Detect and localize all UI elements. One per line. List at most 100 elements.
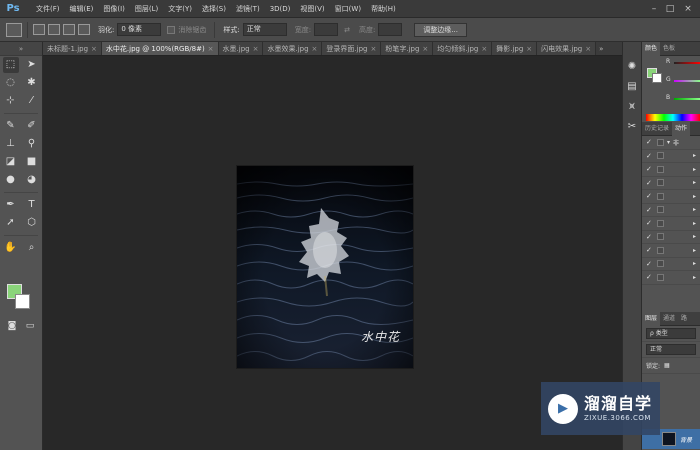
shape-tool-icon[interactable]: ⬡ bbox=[24, 215, 40, 231]
tab-layers[interactable]: 图层 bbox=[642, 311, 661, 326]
list-item[interactable]: ✓ ▸ bbox=[642, 177, 700, 190]
feather-input[interactable]: 0 像素 bbox=[117, 23, 162, 36]
tool-presets-icon[interactable]: ✂ bbox=[625, 120, 639, 134]
hand-tool-icon[interactable]: ✋ bbox=[3, 240, 19, 256]
more-tabs-icon[interactable]: » bbox=[596, 42, 606, 55]
menu-3d[interactable]: 3D(D) bbox=[265, 5, 296, 13]
magic-wand-icon[interactable]: ✱ bbox=[24, 75, 40, 91]
menu-type[interactable]: 文字(Y) bbox=[163, 4, 197, 14]
list-item[interactable]: ✓ ▸ bbox=[642, 217, 700, 231]
marquee-preset-icon[interactable] bbox=[6, 22, 22, 37]
close-tab-icon[interactable]: × bbox=[370, 42, 376, 55]
close-tab-icon[interactable]: × bbox=[208, 42, 214, 55]
tab-lightning[interactable]: 闪电效果.jpg × bbox=[537, 42, 597, 55]
quick-mask-icon[interactable]: ◙ bbox=[4, 318, 20, 334]
layer-kind-select[interactable]: ρ 类型 bbox=[646, 328, 696, 339]
intersect-selection-icon[interactable] bbox=[78, 24, 90, 35]
new-selection-icon[interactable] bbox=[33, 24, 45, 35]
close-tab-icon[interactable]: × bbox=[253, 42, 259, 55]
green-slider[interactable] bbox=[674, 80, 700, 82]
list-item[interactable]: ✓ ▸ bbox=[642, 244, 700, 258]
minimize-icon[interactable]: – bbox=[648, 3, 660, 15]
list-item[interactable]: ✓ ▸ bbox=[642, 150, 700, 163]
tab-untitled[interactable]: 未标题-1.jpg × bbox=[43, 42, 102, 55]
adjustments-icon[interactable]: ✺ bbox=[625, 60, 639, 74]
tab-swatches[interactable]: 色板 bbox=[660, 42, 678, 56]
menu-edit[interactable]: 编辑(E) bbox=[65, 4, 99, 14]
menu-file[interactable]: 文件(F) bbox=[31, 4, 65, 14]
tab-history[interactable]: 历史记录 bbox=[642, 122, 672, 136]
list-item[interactable]: ✓ ▸ bbox=[642, 271, 700, 285]
menu-view[interactable]: 视图(V) bbox=[295, 4, 329, 14]
close-icon[interactable]: × bbox=[682, 3, 694, 15]
lasso-tool-icon[interactable]: ◌ bbox=[3, 75, 19, 91]
dodge-tool-icon[interactable]: ◕ bbox=[24, 172, 40, 188]
menu-filter[interactable]: 滤镜(T) bbox=[231, 4, 265, 14]
close-tab-icon[interactable]: × bbox=[312, 42, 318, 55]
list-item[interactable]: ✓ ▸ bbox=[642, 190, 700, 204]
clone-stamp-icon[interactable]: ⊥ bbox=[3, 136, 19, 152]
marquee-tool-icon[interactable]: ⬚ bbox=[2, 57, 19, 73]
blend-mode-select[interactable]: 正常 bbox=[646, 344, 696, 355]
tab-ink-effect[interactable]: 水墨效果.jpg × bbox=[263, 42, 323, 55]
tab-dance[interactable]: 舞影.jpg × bbox=[492, 42, 538, 55]
screen-mode-icon[interactable]: ▭ bbox=[22, 318, 38, 334]
tab-chalk[interactable]: 粉笔字.jpg × bbox=[381, 42, 434, 55]
gradient-tool-icon[interactable]: ■ bbox=[24, 154, 40, 170]
zoom-tool-icon[interactable]: ⌕ bbox=[24, 240, 40, 256]
move-tool-icon[interactable]: ➤ bbox=[24, 57, 40, 73]
lock-pixels-icon[interactable]: ▦ bbox=[664, 362, 670, 369]
list-item[interactable]: ✓ ▾ 非 bbox=[642, 136, 700, 150]
history-brush-icon[interactable]: ⚲ bbox=[24, 136, 40, 152]
info-icon[interactable]: ▤ bbox=[625, 80, 639, 94]
tab-channels[interactable]: 通道 bbox=[660, 312, 678, 326]
type-tool-icon[interactable]: T bbox=[24, 197, 40, 213]
style-select[interactable]: 正常 bbox=[242, 23, 287, 36]
tab-water-flower[interactable]: 水中花.jpg @ 100%(RGB/8#) × bbox=[101, 42, 219, 55]
menu-layer[interactable]: 图层(L) bbox=[130, 4, 163, 14]
blur-tool-icon[interactable]: ● bbox=[3, 172, 19, 188]
close-tab-icon[interactable]: × bbox=[481, 42, 487, 55]
background-color-swatch[interactable] bbox=[15, 294, 30, 309]
menu-image[interactable]: 图像(I) bbox=[98, 4, 130, 14]
canvas-area[interactable]: 水中花 bbox=[43, 56, 622, 450]
list-item[interactable]: ✓ ▸ bbox=[642, 231, 700, 244]
eyedropper-icon[interactable]: ⁄ bbox=[24, 93, 40, 109]
antialias-checkbox[interactable] bbox=[167, 25, 176, 34]
list-item[interactable]: ✓ ▸ bbox=[642, 163, 700, 177]
document-image[interactable]: 水中花 bbox=[237, 166, 413, 368]
eraser-tool-icon[interactable]: ◪ bbox=[3, 154, 19, 170]
menu-select[interactable]: 选择(S) bbox=[197, 4, 231, 14]
pen-tool-icon[interactable]: ✒ bbox=[3, 197, 19, 213]
tab-paths[interactable]: 路 bbox=[678, 312, 690, 326]
healing-brush-icon[interactable]: ✎ bbox=[3, 118, 19, 134]
close-tab-icon[interactable]: × bbox=[526, 42, 532, 55]
width-input[interactable] bbox=[314, 23, 339, 36]
subtract-selection-icon[interactable] bbox=[63, 24, 75, 35]
tab-color[interactable]: 颜色 bbox=[642, 41, 661, 56]
close-tab-icon[interactable]: × bbox=[585, 42, 591, 55]
tab-tilt[interactable]: 均匀倾斜.jpg × bbox=[433, 42, 493, 55]
collapse-icon[interactable]: » bbox=[0, 42, 42, 56]
list-item[interactable]: ✓ ▸ bbox=[642, 258, 700, 271]
tab-login[interactable]: 登录界面.jpg × bbox=[322, 42, 382, 55]
close-tab-icon[interactable]: × bbox=[422, 42, 428, 55]
maximize-icon[interactable]: □ bbox=[664, 3, 676, 15]
refine-edge-button[interactable]: 调整边缘... bbox=[414, 22, 467, 37]
brush-tool-icon[interactable]: ✐ bbox=[24, 118, 40, 134]
height-input[interactable] bbox=[378, 23, 403, 36]
swap-icon[interactable]: ⇄ bbox=[344, 26, 350, 34]
blue-slider[interactable] bbox=[674, 98, 700, 100]
menu-help[interactable]: 帮助(H) bbox=[366, 4, 401, 14]
red-slider[interactable] bbox=[674, 62, 700, 64]
tab-ink[interactable]: 水墨.jpg × bbox=[218, 42, 264, 55]
path-select-icon[interactable]: ➚ bbox=[3, 215, 19, 231]
histogram-icon[interactable]: ⩙ bbox=[625, 100, 639, 114]
tab-actions[interactable]: 动作 bbox=[672, 121, 691, 136]
color-spectrum[interactable] bbox=[646, 114, 700, 121]
close-tab-icon[interactable]: × bbox=[91, 42, 97, 55]
add-selection-icon[interactable] bbox=[48, 24, 60, 35]
menu-window[interactable]: 窗口(W) bbox=[330, 4, 366, 14]
crop-tool-icon[interactable]: ⊹ bbox=[3, 93, 19, 109]
background-color-chip[interactable] bbox=[652, 73, 662, 83]
